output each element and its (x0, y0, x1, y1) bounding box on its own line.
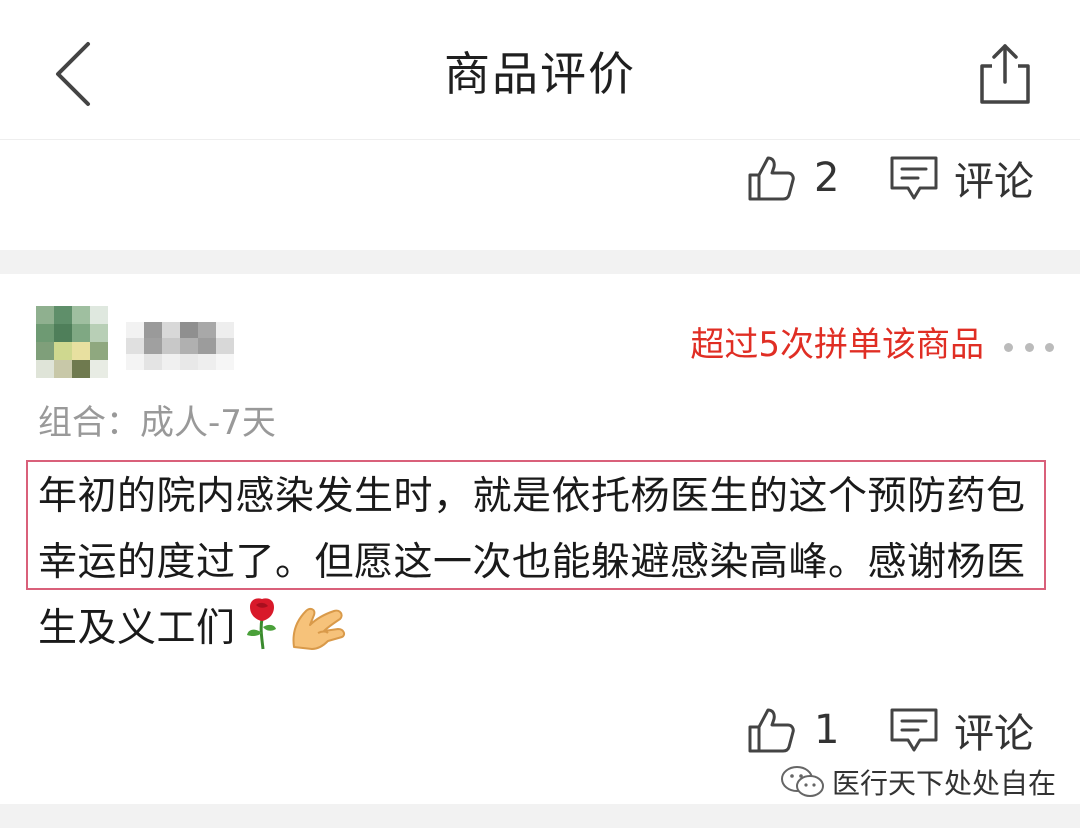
comment-label: 评论 (954, 159, 1034, 205)
header-bar: 商品评价 (0, 0, 1080, 140)
more-dot-icon (1004, 342, 1013, 352)
avatar[interactable] (36, 306, 108, 378)
comment-button[interactable]: 评论 (888, 690, 1058, 770)
watermark-text: 医行天下处处自在 (832, 767, 1057, 800)
section-divider (0, 250, 1080, 274)
review-body: 年初的院内感染发生时，就是依托杨医生的这个预防药包幸运的度过了。但愿这一次也能躲… (38, 474, 1026, 651)
comment-label: 评论 (954, 711, 1034, 757)
like-count: 1 (814, 707, 840, 753)
review-text: 年初的院内感染发生时，就是依托杨医生的这个预防药包幸运的度过了。但愿这一次也能躲… (38, 464, 1048, 672)
watermark: 医行天下处处自在 (780, 762, 1056, 802)
thumbs-up-icon (748, 708, 795, 753)
like-count: 2 (814, 155, 840, 201)
pinched-hand-emoji (288, 603, 350, 672)
repeat-purchase-badge: 超过5次拼单该商品 (690, 325, 984, 365)
like-button[interactable]: 1 (746, 690, 866, 770)
section-divider (0, 804, 1080, 828)
comment-button[interactable]: 评论 (888, 138, 1058, 218)
share-button[interactable] (970, 38, 1040, 108)
nickname-pixelated (126, 322, 236, 372)
thumbs-up-icon (748, 156, 795, 201)
rose-emoji (242, 597, 282, 672)
wechat-icon (781, 766, 824, 797)
page-title: 商品评价 (444, 47, 636, 101)
more-dot-icon (1045, 342, 1054, 352)
purchase-combo: 组合：成人-7天 (38, 403, 276, 443)
comment-icon (890, 708, 938, 752)
more-options-button[interactable] (1004, 330, 1054, 364)
previous-review-actions: 2 评论 (0, 138, 1080, 218)
share-icon (980, 44, 1030, 104)
comment-icon (890, 156, 938, 200)
review-actions: 1 评论 (0, 690, 1080, 770)
more-dot-icon (1024, 342, 1034, 352)
like-button[interactable]: 2 (746, 138, 866, 218)
